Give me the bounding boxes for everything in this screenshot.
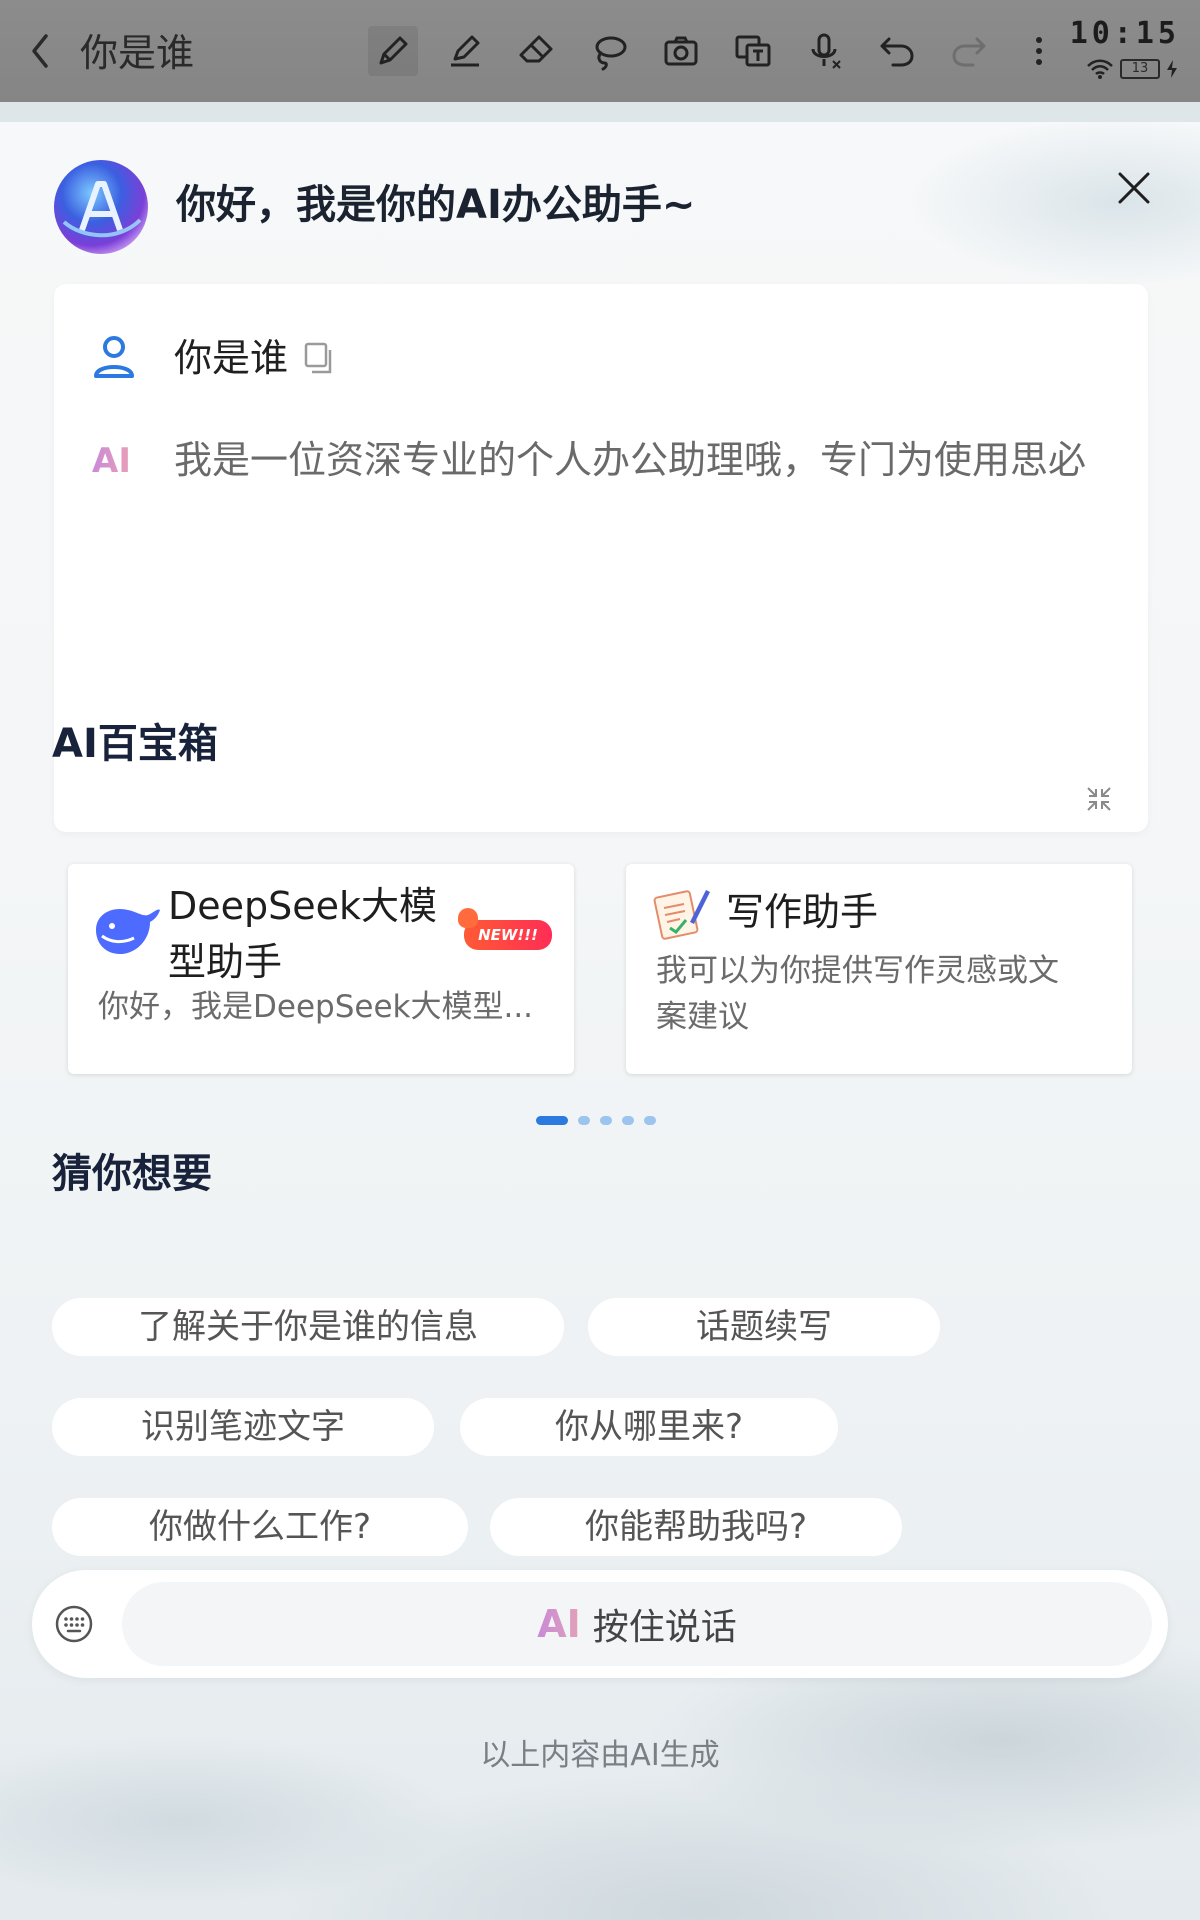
- writing-card-desc-line2: 案建议: [656, 999, 749, 1035]
- note-title: 你是谁: [80, 31, 195, 75]
- new-badge: NEW!!!: [458, 908, 552, 950]
- ai-generated-disclaimer: 以上内容由AI生成: [480, 1738, 720, 1773]
- charging-icon: [1167, 60, 1177, 78]
- collapse-icon[interactable]: [1084, 784, 1114, 814]
- chat-history-card: 你是谁 AI 我是一位资深专业的个人办公助理哦，专门为使用思必: [54, 284, 1148, 832]
- deepseek-assistant-card[interactable]: DeepSeek大模型助手 NEW!!! 你好，我是DeepSeek大模型...: [68, 864, 574, 1074]
- more-options-button[interactable]: [1014, 26, 1064, 76]
- ai-assistant-panel: 你好，我是你的AI办公助手~ 你是谁 AI 我是一位资深专业的个人办公助理哦，专…: [0, 122, 1200, 1920]
- deepseek-card-title: DeepSeek大模型助手: [168, 884, 438, 984]
- wifi-icon: [1087, 59, 1113, 79]
- back-arrow-icon[interactable]: [24, 28, 58, 74]
- lasso-tool-button[interactable]: [584, 26, 634, 76]
- close-icon[interactable]: [1114, 168, 1154, 208]
- top-toolbar: 你是谁 10:15 13: [0, 0, 1200, 102]
- pen-icon: [379, 36, 408, 65]
- camera-icon: [664, 36, 698, 66]
- hold-to-talk-button[interactable]: AI 按住说话: [122, 1582, 1152, 1666]
- writing-assistant-card[interactable]: 写作助手 我可以为你提供写作灵感或文 案建议: [626, 864, 1132, 1074]
- suggestion-chip[interactable]: 你做什么工作?: [52, 1498, 468, 1556]
- pagination-dot[interactable]: [600, 1116, 612, 1125]
- input-bar: AI 按住说话: [32, 1570, 1168, 1678]
- suggestion-chip[interactable]: 你从哪里来?: [460, 1398, 838, 1456]
- redo-button[interactable]: [944, 26, 994, 76]
- camera-tool-button[interactable]: [656, 26, 706, 76]
- ai-voice-icon: AI: [537, 1602, 581, 1646]
- eraser-icon: [519, 35, 553, 63]
- ai-label: AI: [92, 436, 131, 486]
- deepseek-whale-icon: [96, 908, 160, 954]
- pen-tool-button[interactable]: [368, 26, 418, 76]
- voice-input-tool-button[interactable]: [800, 26, 850, 76]
- user-icon: [94, 336, 134, 378]
- translate-tool-button[interactable]: [728, 26, 778, 76]
- status-icons: 13: [1086, 58, 1178, 80]
- pagination-dot[interactable]: [644, 1116, 656, 1125]
- suggestion-chip[interactable]: 你能帮助我吗?: [490, 1498, 902, 1556]
- copy-icon[interactable]: [302, 342, 334, 374]
- hold-to-talk-label: 按住说话: [592, 1607, 737, 1648]
- suggestion-chip[interactable]: 了解关于你是谁的信息: [52, 1298, 564, 1356]
- microphone-icon: [811, 33, 841, 69]
- lasso-icon: [595, 36, 627, 71]
- writing-card-title: 写作助手: [726, 890, 879, 934]
- more-icon: [1036, 37, 1042, 65]
- suggestion-chip[interactable]: 话题续写: [588, 1298, 940, 1356]
- ai-assistant-avatar: [54, 160, 148, 254]
- status-time: 10:15: [1069, 16, 1180, 51]
- ai-response: 我是一位资深专业的个人办公助理哦，专门为使用思必: [174, 438, 1087, 482]
- pagination-dot[interactable]: [536, 1116, 568, 1125]
- toolbox-title: AI百宝箱: [52, 721, 218, 767]
- redo-icon: [952, 37, 986, 67]
- battery-indicator: 13: [1120, 59, 1160, 79]
- user-message: 你是谁: [174, 336, 289, 380]
- pagination-dot[interactable]: [578, 1116, 590, 1125]
- suggestion-chip[interactable]: 识别笔迹文字: [52, 1398, 434, 1456]
- writing-notepad-icon: [653, 890, 710, 940]
- keyboard-icon[interactable]: [54, 1604, 94, 1644]
- carousel-pagination: [536, 1116, 656, 1125]
- highlighter-tool-button[interactable]: [440, 26, 490, 76]
- assistant-greeting: 你好，我是你的AI办公助手~: [176, 182, 696, 228]
- translate-icon: [735, 35, 771, 67]
- undo-icon: [880, 37, 914, 67]
- suggestions-title: 猜你想要: [52, 1151, 212, 1197]
- deepseek-card-desc: 你好，我是DeepSeek大模型...: [98, 989, 534, 1025]
- undo-button[interactable]: [872, 26, 922, 76]
- highlighter-icon: [451, 35, 480, 67]
- eraser-tool-button[interactable]: [512, 26, 562, 76]
- pagination-dot[interactable]: [622, 1116, 634, 1125]
- writing-card-desc-line1: 我可以为你提供写作灵感或文: [656, 953, 1059, 989]
